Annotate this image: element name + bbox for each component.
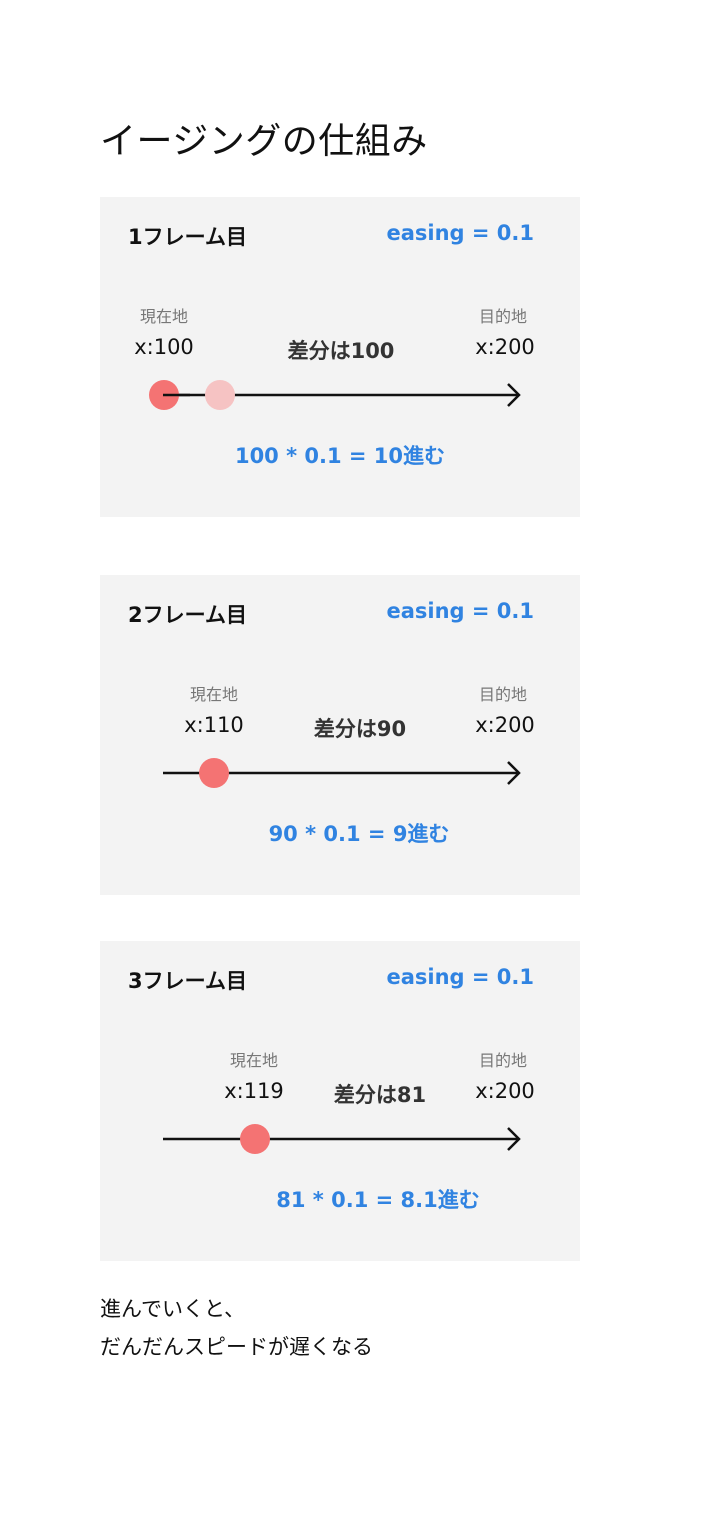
frame-card-2: 2フレーム目 easing = 0.1 現在地 目的地 x:110 差分は90 … — [100, 575, 580, 895]
footer-line-2: だんだんスピードが遅くなる — [100, 1335, 373, 1359]
frame-card-1: 1フレーム目 easing = 0.1 現在地 目的地 x:100 差分は100… — [100, 197, 580, 517]
current-position-dot — [240, 1124, 270, 1154]
footer-note: 進んでいくと、 だんだんスピードが遅くなる — [100, 1290, 373, 1366]
current-position-dot — [199, 758, 229, 788]
next-position-dot — [205, 380, 235, 410]
footer-line-1: 進んでいくと、 — [100, 1297, 246, 1321]
page-title: イージングの仕組み — [100, 121, 428, 162]
calculation-label: 100 * 0.1 = 10進む — [234, 444, 446, 468]
frame-card-3: 3フレーム目 easing = 0.1 現在地 目的地 x:119 差分は81 … — [100, 941, 580, 1261]
calculation-label: 81 * 0.1 = 8.1進む — [276, 1188, 480, 1212]
calculation-label: 90 * 0.1 = 9進む — [268, 822, 450, 846]
